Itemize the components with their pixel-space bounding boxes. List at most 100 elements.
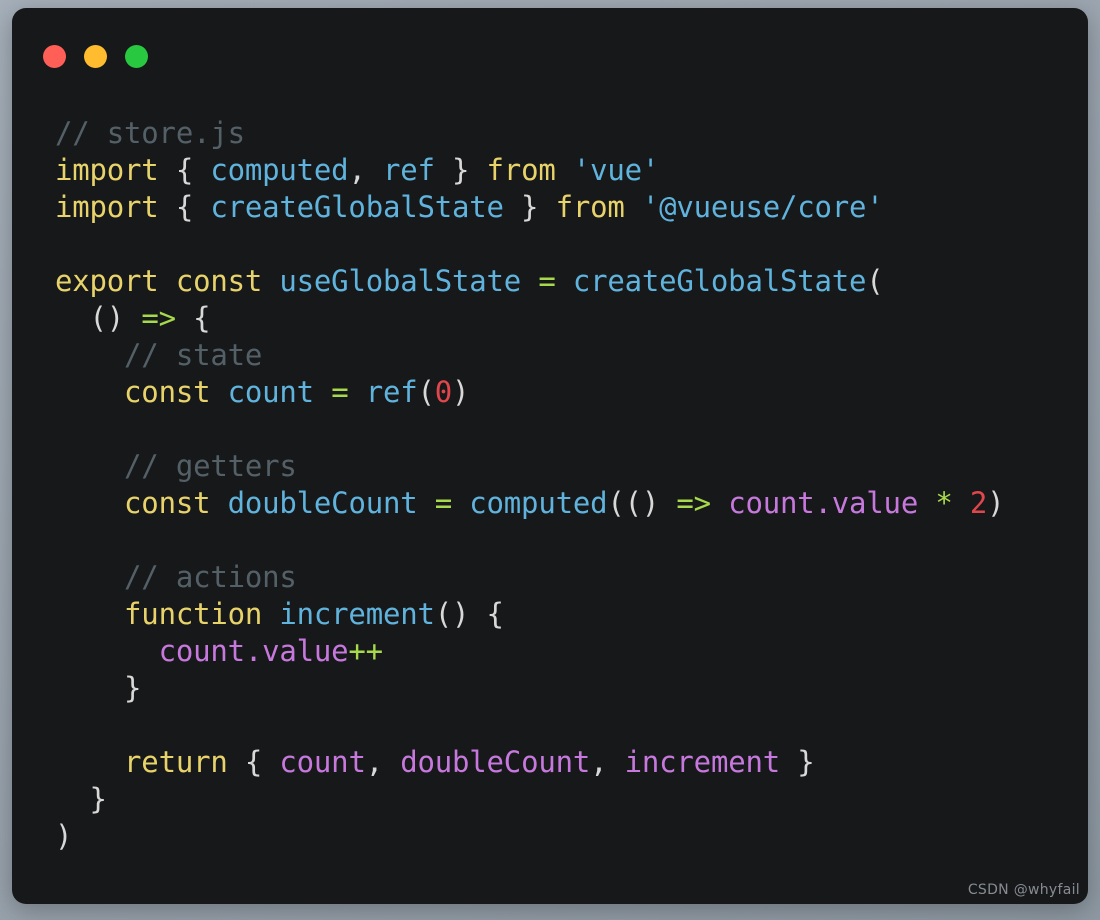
code-editor-area[interactable]: // store.js import { computed, ref } from… xyxy=(12,90,1088,904)
code-token-operator: => xyxy=(141,301,176,335)
code-token-punct: ( xyxy=(417,375,435,409)
code-line: ) xyxy=(55,818,1088,855)
code-token-operator: => xyxy=(676,486,711,520)
code-token-keyword: import xyxy=(55,190,159,224)
code-token-comment: // getters xyxy=(124,449,297,483)
code-token-punct: , xyxy=(365,745,383,779)
code-token-prop: count xyxy=(279,745,366,779)
code-line: export const useGlobalState = createGlob… xyxy=(55,263,1088,300)
code-token-ident: increment xyxy=(279,597,435,631)
code-token-punct: ) xyxy=(452,375,470,409)
code-token-keyword: import xyxy=(55,153,159,187)
code-token-punct: ) xyxy=(55,819,73,853)
code-token-ident: computed xyxy=(469,486,608,520)
code-token-punct: , xyxy=(348,153,366,187)
code-token-ident: doubleCount xyxy=(227,486,418,520)
window-titlebar xyxy=(12,8,1088,90)
code-token-punct: { xyxy=(193,301,211,335)
code-token-punct: } xyxy=(124,671,142,705)
code-token-keyword: const xyxy=(124,375,211,409)
code-token-punct: ) xyxy=(641,486,660,520)
code-line: const doubleCount = computed(() => count… xyxy=(55,485,1088,522)
code-token-operator: = xyxy=(538,264,556,298)
code-token-punct: { xyxy=(486,597,504,631)
code-token-punct: () xyxy=(434,597,470,631)
code-line: // getters xyxy=(55,448,1088,485)
close-button-icon[interactable] xyxy=(43,45,66,68)
code-token-punct: , xyxy=(590,745,608,779)
code-token-punct: { xyxy=(175,190,194,224)
code-token-keyword: return xyxy=(124,745,228,779)
code-line: count.value++ xyxy=(55,633,1088,670)
code-token-ident: count xyxy=(227,375,315,409)
code-token-operator: = xyxy=(434,486,453,520)
code-token-ident: createGlobalState xyxy=(210,190,504,224)
code-token-prop: count.value xyxy=(728,486,919,520)
code-token-ident: computed xyxy=(210,153,349,187)
code-line: } xyxy=(55,670,1088,707)
code-token-punct: { xyxy=(175,153,194,187)
code-token-ident: createGlobalState xyxy=(572,264,867,298)
code-token-punct: } xyxy=(521,190,539,224)
code-line: import { computed, ref } from 'vue' xyxy=(55,152,1088,189)
code-token-punct: ( xyxy=(866,264,884,298)
code-token-comment: // actions xyxy=(124,560,297,594)
minimize-button-icon[interactable] xyxy=(84,45,107,68)
code-token-keyword: export xyxy=(55,264,159,298)
code-line: import { createGlobalState } from '@vueu… xyxy=(55,189,1088,226)
maximize-button-icon[interactable] xyxy=(125,45,148,68)
code-token-operator: = xyxy=(331,375,349,409)
code-line: function increment() { xyxy=(55,596,1088,633)
code-token-punct: { xyxy=(244,745,263,779)
code-token-prop: count.value xyxy=(158,634,349,668)
code-token-punct: } xyxy=(797,745,815,779)
code-token-ident: ref xyxy=(382,153,435,187)
code-line: return { count, doubleCount, increment } xyxy=(55,744,1088,781)
code-token-operator: * xyxy=(935,486,953,520)
source-code[interactable]: // store.js import { computed, ref } from… xyxy=(55,115,1088,855)
code-token-ident: ref xyxy=(365,375,418,409)
code-token-ident: useGlobalState xyxy=(279,264,522,298)
code-line: ​ xyxy=(55,707,1088,744)
code-line: const count = ref(0) xyxy=(55,374,1088,411)
code-token-keyword: from xyxy=(555,190,625,224)
code-line: () => { xyxy=(55,300,1088,337)
code-token-string: 'vue' xyxy=(572,153,660,187)
code-token-prop: doubleCount xyxy=(400,745,591,779)
code-line: ​ xyxy=(55,411,1088,448)
code-token-punct: } xyxy=(89,782,107,816)
code-line: // actions xyxy=(55,559,1088,596)
